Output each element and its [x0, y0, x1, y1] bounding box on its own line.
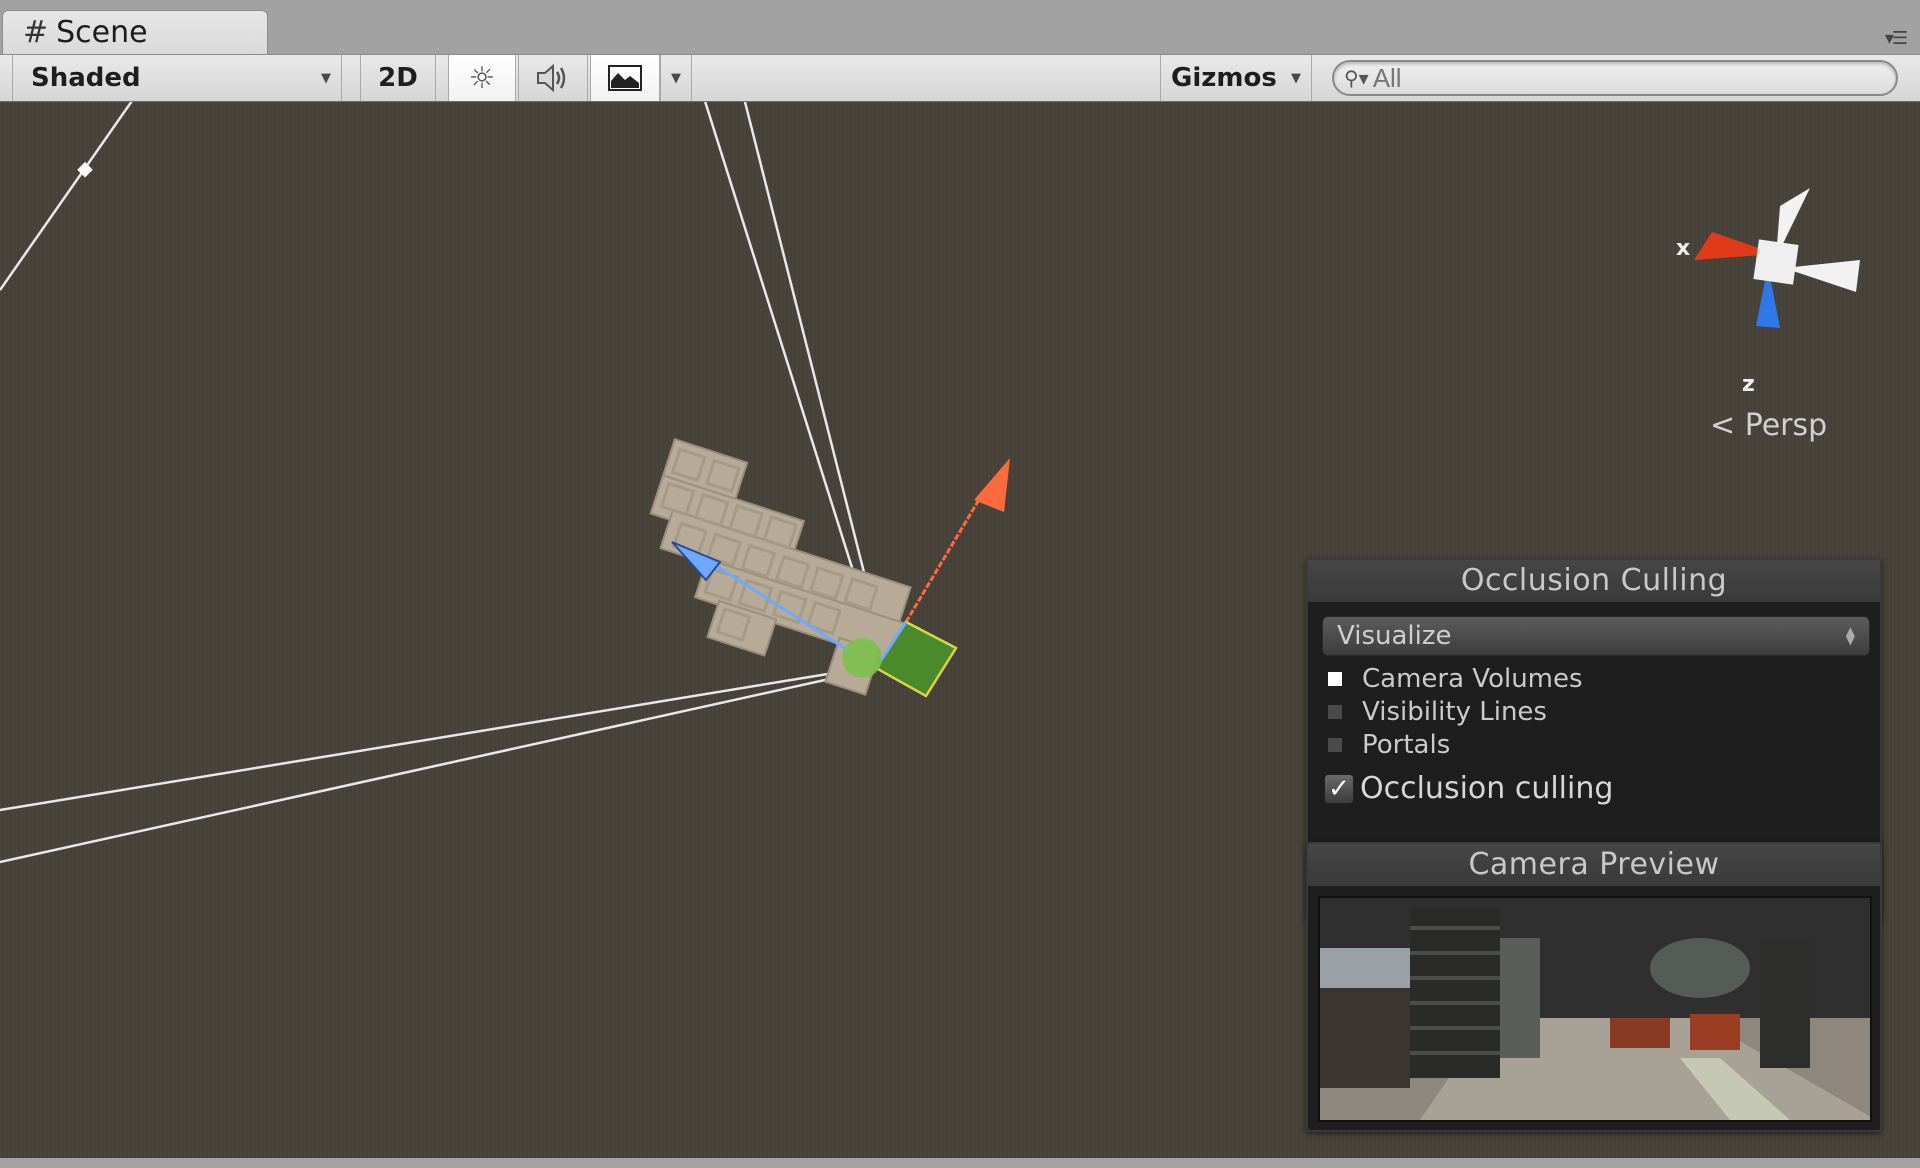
- projection-label: Persp: [1744, 408, 1828, 443]
- axis-z-label: z: [1742, 372, 1755, 397]
- chevron-down-icon: ▼: [1291, 70, 1301, 86]
- axis-x-label: x: [1676, 236, 1691, 261]
- perspective-icon: <: [1710, 408, 1736, 443]
- search-input[interactable]: [1370, 61, 1875, 95]
- draw-mode-dropdown[interactable]: Shaded ▼: [12, 55, 342, 101]
- projection-toggle[interactable]: < Persp: [1710, 408, 1827, 443]
- occlusion-culling-toggle[interactable]: ✓ Occlusion culling: [1324, 771, 1880, 806]
- image-icon: [608, 65, 642, 91]
- up-handle-cone: [974, 458, 1010, 512]
- audio-toggle-button[interactable]: [518, 55, 588, 101]
- effects-toggle-button[interactable]: [590, 55, 660, 101]
- 2d-toggle-button[interactable]: 2D: [360, 55, 436, 101]
- legend-label: Camera Volumes: [1362, 663, 1583, 694]
- search-icon: ⚲▾: [1344, 66, 1369, 90]
- gizmos-label: Gizmos: [1171, 63, 1277, 93]
- legend-item: Portals: [1328, 728, 1880, 761]
- tab-strip: # Scene ▾☰: [0, 0, 1920, 54]
- frustum-line: [0, 102, 133, 291]
- checkbox-label: Occlusion culling: [1360, 771, 1614, 806]
- lighting-toggle-button[interactable]: ☼: [448, 55, 516, 101]
- legend-swatch: [1328, 671, 1342, 686]
- gizmo-center-cube: [1753, 239, 1799, 285]
- camera-preview-image: [1318, 896, 1872, 1122]
- legend-label: Portals: [1362, 729, 1451, 760]
- visualization-legend: Camera Volumes Visibility Lines Portals: [1328, 662, 1880, 761]
- checkbox[interactable]: ✓: [1324, 773, 1354, 804]
- tab-label: Scene: [56, 15, 148, 50]
- scene-toolbar: Shaded ▼ 2D ☼ ▼ Gizmos ▼ ⚲▾: [0, 54, 1920, 102]
- tab-scene[interactable]: # Scene: [2, 10, 268, 54]
- legend-item: Visibility Lines: [1328, 695, 1880, 728]
- camera-preview-panel: Camera Preview: [1306, 842, 1882, 1132]
- effects-dropdown-button[interactable]: ▼: [660, 55, 692, 101]
- gizmos-dropdown[interactable]: Gizmos ▼: [1160, 55, 1312, 101]
- draw-mode-label: Shaded: [31, 63, 141, 93]
- chevron-down-icon: ▼: [321, 70, 331, 86]
- axis-gizmo-graphic: [1694, 188, 1860, 328]
- updown-arrows-icon: ▲ ▼: [1845, 624, 1855, 647]
- tab-menu-icon[interactable]: ▾☰: [1885, 28, 1908, 49]
- frustum-line: [0, 672, 853, 864]
- grid-icon: #: [23, 14, 49, 50]
- panel-title: Camera Preview: [1308, 844, 1880, 886]
- search-field[interactable]: ⚲▾: [1332, 60, 1898, 96]
- legend-swatch: [1328, 704, 1342, 719]
- scene-viewport[interactable]: x z < Persp Occlusion Culling Visualize …: [0, 102, 1920, 1158]
- select-value: Visualize: [1337, 621, 1452, 651]
- camera-position-dot: [842, 638, 882, 678]
- preview-render: [1320, 898, 1870, 1120]
- legend-label: Visibility Lines: [1362, 696, 1547, 727]
- legend-swatch: [1328, 737, 1342, 752]
- orientation-gizmo[interactable]: x z < Persp: [1660, 158, 1880, 443]
- sun-icon: ☼: [468, 60, 496, 96]
- panel-title: Occlusion Culling: [1308, 560, 1880, 602]
- bottom-edge: [0, 1158, 1920, 1168]
- visualize-mode-select[interactable]: Visualize ▲ ▼: [1322, 616, 1870, 656]
- chevron-down-icon: ▼: [671, 70, 681, 86]
- up-handle-line: [904, 497, 982, 623]
- frustum-line: [0, 668, 853, 812]
- legend-item: Camera Volumes: [1328, 662, 1880, 695]
- speaker-icon: [537, 63, 566, 93]
